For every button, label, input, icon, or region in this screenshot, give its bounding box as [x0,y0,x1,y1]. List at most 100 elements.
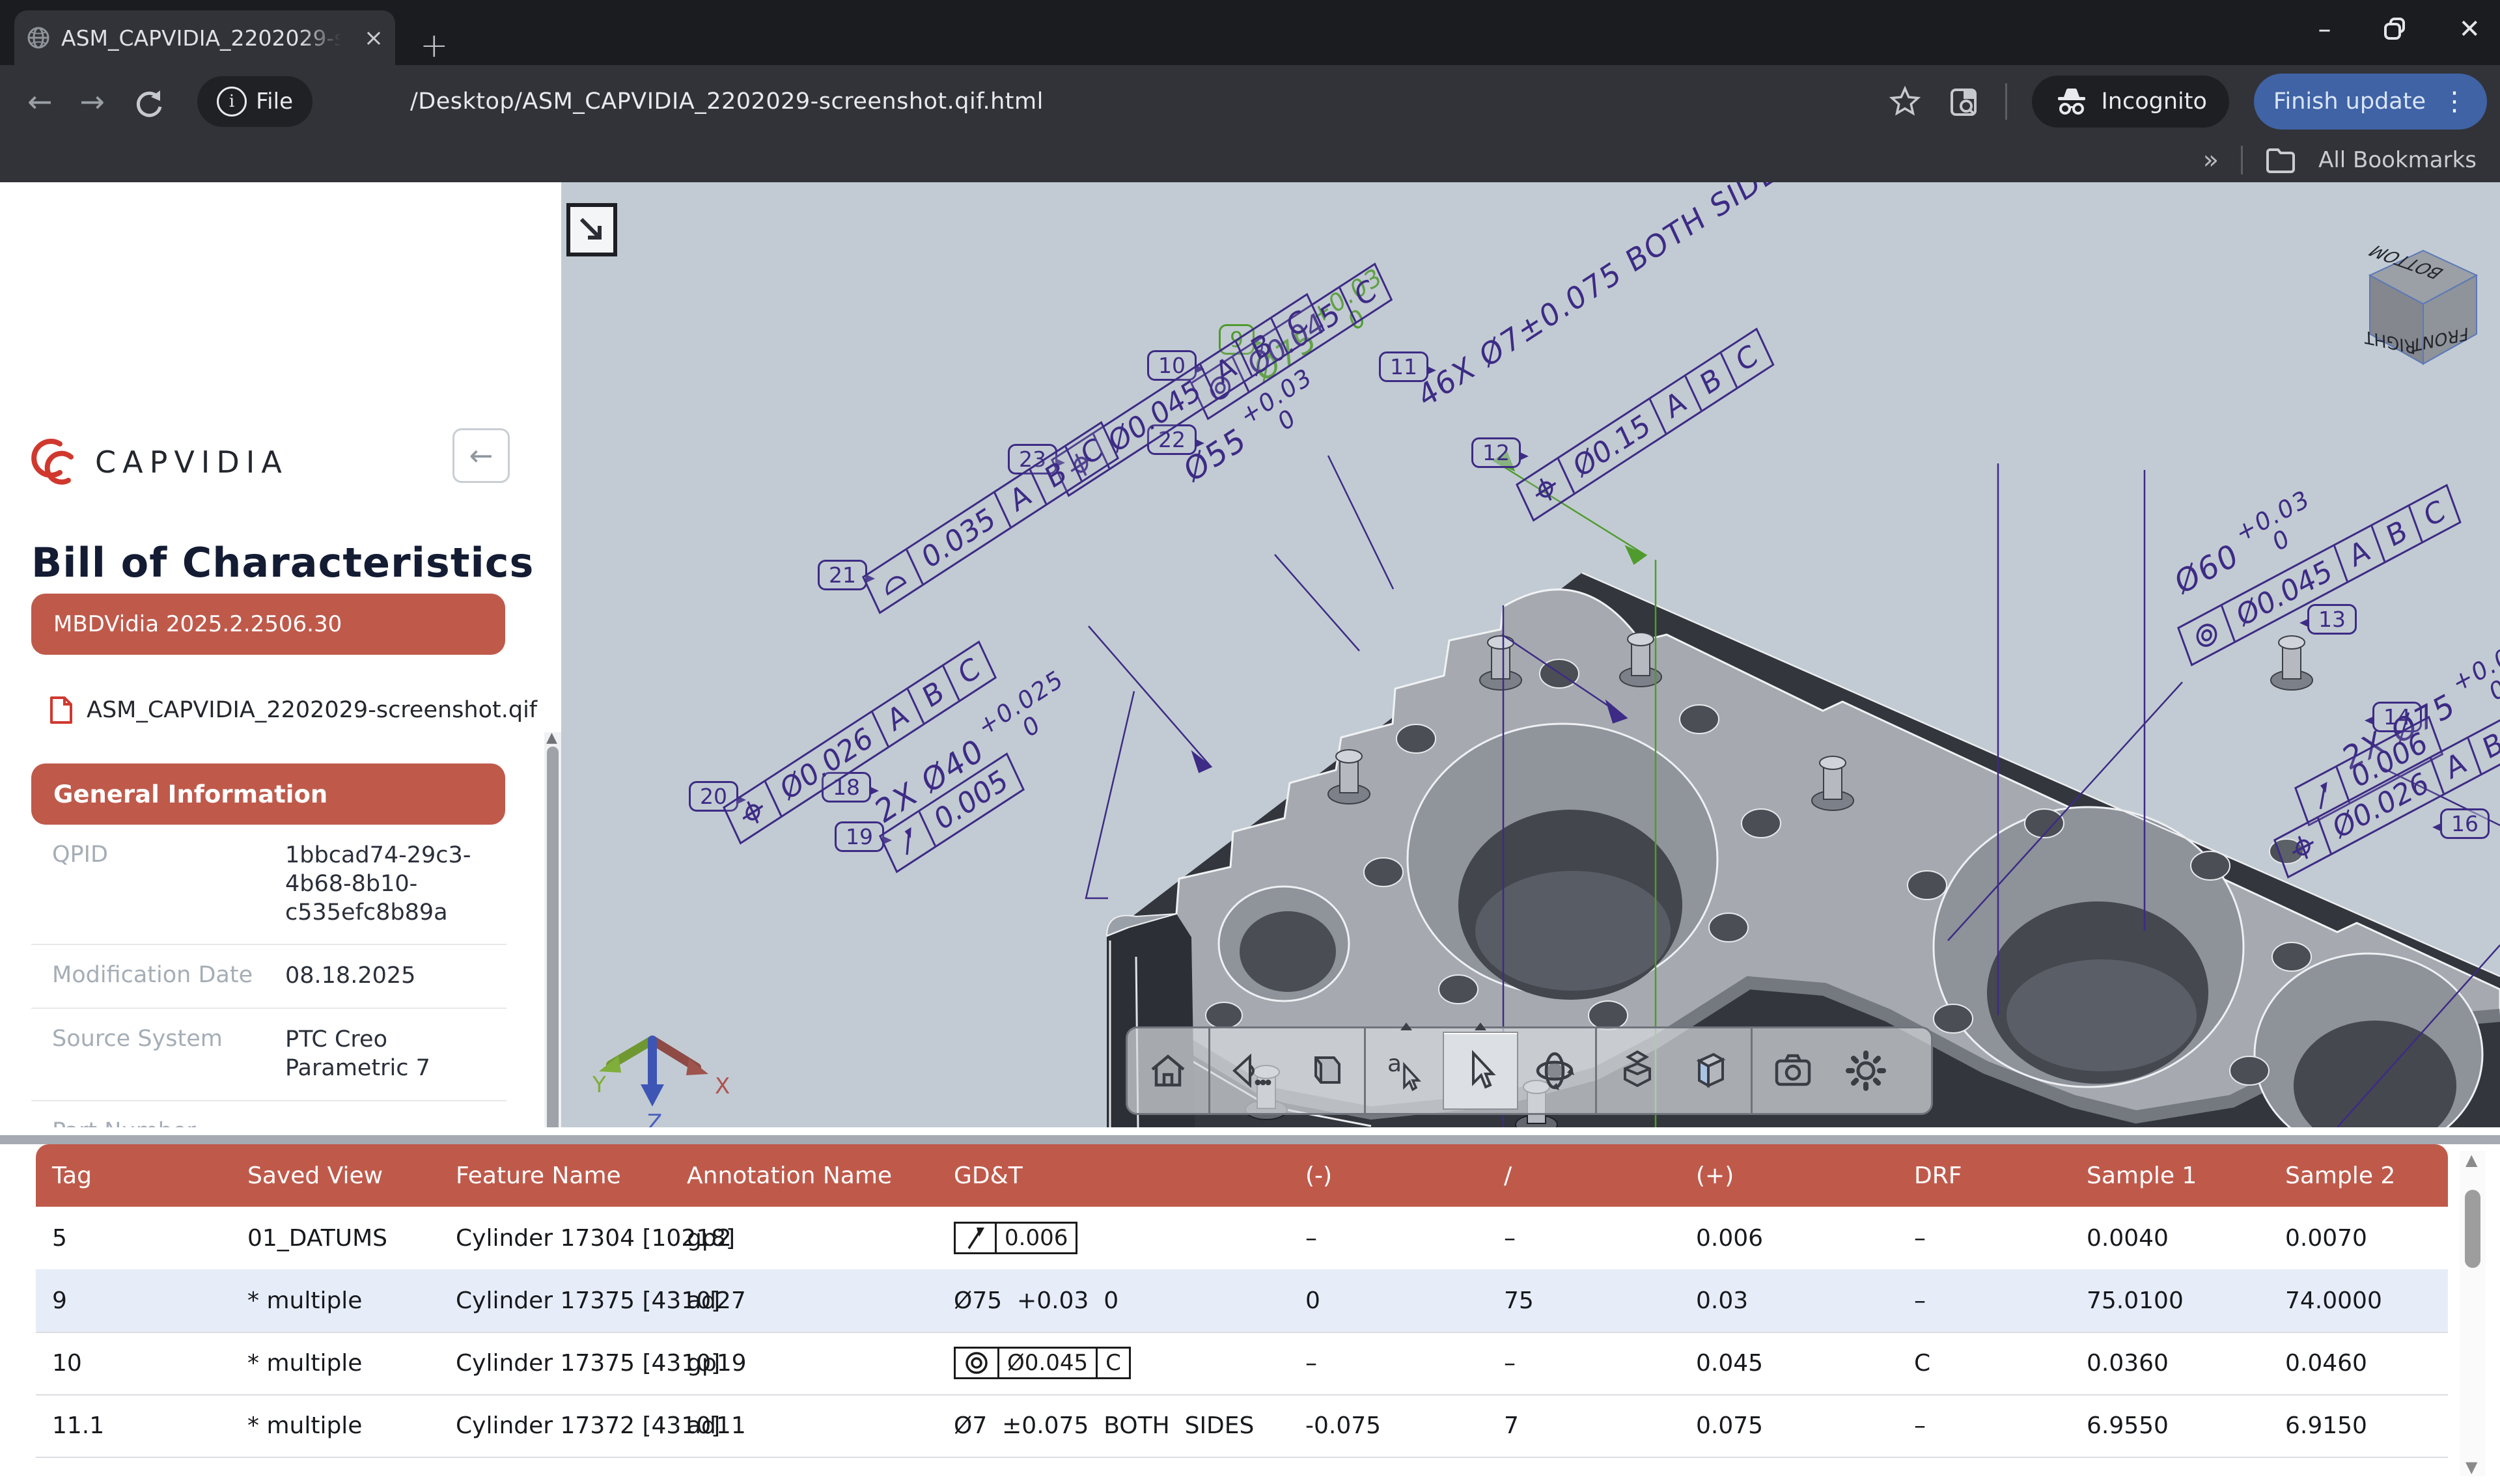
table-scrollbar-thumb[interactable] [2465,1190,2480,1268]
forward-icon[interactable]: → [80,84,105,119]
cell-tag: 9 [52,1269,67,1332]
all-bookmarks-label[interactable]: All Bookmarks [2318,147,2477,173]
capvidia-logo: CAPVIDIA [30,435,288,489]
general-information-header[interactable]: General Information [31,763,505,825]
cell-plus: 0.03 [1696,1269,1748,1332]
cell-saved_view: * multiple [247,1332,362,1394]
cell-annotation: ad11 [687,1394,746,1457]
cell-minus: – [1305,1207,1317,1269]
cell-slash: – [1504,1332,1516,1394]
cell-saved_view: * multiple [247,1269,362,1332]
cell-sample1: 0.0360 [2087,1332,2169,1394]
column-header-feature-name[interactable]: Feature Name [456,1144,621,1207]
reading-mode-icon[interactable] [1947,85,1980,118]
tab-close-icon[interactable]: × [364,25,383,51]
table-row-9[interactable]: 9 * multiple Cylinder 17375 [4310]ad27 Ø75 … [36,1269,2448,1333]
cell-feature: Cylinder 17375 [4310] [456,1269,720,1332]
info-icon[interactable]: i [217,87,247,117]
column-header-gd-t[interactable]: GD&T [954,1144,1023,1207]
version-badge: MBDVidia 2025.2.2506.30 [31,594,505,655]
toolbar-divider [2005,83,2007,120]
cell-sample1: 75.0100 [2087,1269,2184,1332]
annotation-balloon-21[interactable]: 21 [818,560,867,590]
cell-minus: -0.075 [1305,1394,1381,1457]
scroll-up-icon[interactable]: ▲ [2465,1151,2477,1169]
annotation-balloon-19[interactable]: 19 [835,821,884,852]
cell-saved_view: * multiple [247,1394,362,1457]
info-label: Modification Date [31,945,285,1008]
annotation-balloon-13[interactable]: 13 [2307,604,2357,635]
cell-annotation: gp19 [687,1332,747,1394]
cell-gdt: Ø75 +0.03 0 [954,1269,1118,1332]
bookmarks-right-cluster: » All Bookmarks [2203,138,2477,182]
scroll-up-icon[interactable]: ▲ [546,730,557,746]
sidebar: CAPVIDIA ← Bill of Characteristics MBDVi… [0,182,561,1127]
cell-sample2: 6.9150 [2285,1394,2367,1457]
window-restore-button[interactable] [2382,16,2408,42]
annotation-layer: 9Ø75+0.03010Ø0.045C1146X Ø7±0.075 BOTH S… [561,182,2500,1127]
column-header--[interactable]: (+) [1696,1144,1734,1207]
cell-tag: 11.1 [52,1394,104,1457]
info-value: 08.18.2025 [285,945,500,1008]
finish-update-button[interactable]: Finish update ⋮ [2254,74,2487,130]
info-row: Modification Date 08.18.2025 [31,945,507,1009]
document-icon [49,695,74,725]
tab-strip: ASM_CAPVIDIA_2202029-scree × + – ✕ [0,0,2500,65]
incognito-label: Incognito [2101,89,2206,115]
page-title: Bill of Characteristics [31,539,534,586]
cell-slash: 75 [1504,1269,1534,1332]
column-header-drf[interactable]: DRF [1914,1144,1962,1207]
globe-favicon [26,25,51,50]
window-minimize-button[interactable]: – [2318,14,2331,44]
table-row-10[interactable]: 10* multipleCylinder 17375 [4310]gp19Ø0.… [36,1332,2448,1395]
browser-tab[interactable]: ASM_CAPVIDIA_2202029-scree × [14,10,395,65]
column-header-sample-1[interactable]: Sample 1 [2087,1144,2197,1207]
cell-plus: 0.075 [1696,1394,1763,1457]
cell-tag: 5 [52,1207,67,1269]
column-header--[interactable]: (-) [1305,1144,1332,1207]
cell-sample1: 0.0040 [2087,1207,2169,1269]
browser-menu-icon[interactable]: ⋮ [2441,87,2467,117]
horizontal-scrollbar[interactable] [0,1135,2500,1144]
file-scheme-chip[interactable]: i File [197,76,312,127]
bookmark-star-icon[interactable] [1888,85,1922,118]
window-close-button[interactable]: ✕ [2458,14,2480,44]
incognito-icon [2054,84,2089,119]
cell-sample2: 0.0070 [2285,1207,2367,1269]
annotation-balloon-16[interactable]: 16 [2440,808,2490,839]
gdt-annotation-21[interactable]: 0.035ABC [862,421,1119,614]
tab-title: ASM_CAPVIDIA_2202029-scree [61,25,341,51]
column-header--[interactable]: / [1504,1144,1512,1207]
scroll-down-icon[interactable]: ▼ [2465,1458,2477,1476]
info-label: QPID [31,825,285,944]
info-row: QPID 1bbcad74-29c3-4b68-8b10-c535efc8b89… [31,825,507,945]
sidebar-back-button[interactable]: ← [452,428,510,483]
back-icon[interactable]: ← [27,84,53,119]
annotation-balloon-12[interactable]: 12 [1471,437,1521,468]
bookmarks-divider [2241,146,2243,174]
gdt-annotation-12[interactable]: Ø0.15ABC [1516,327,1774,521]
table-header-row: Tag Saved View Feature Name Annotation Name… [36,1144,2448,1207]
cell-drf: C [1914,1332,1930,1394]
table-row-5[interactable]: 501_DATUMSCylinder 17304 [10218]gp20.006… [36,1207,2448,1271]
cell-annotation: ad27 [687,1269,746,1332]
3d-viewer[interactable]: BOTTOM RIGHT FRONT Y X Z [561,182,2500,1127]
column-header-annotation-name[interactable]: Annotation Name [687,1144,892,1207]
incognito-badge: Incognito [2032,76,2229,128]
new-tab-button[interactable]: + [420,26,449,65]
column-header-tag[interactable]: Tag [52,1144,92,1207]
column-header-sample-2[interactable]: Sample 2 [2285,1144,2395,1207]
qif-file-item[interactable]: ASM_CAPVIDIA_2202029-screenshot.qif [49,695,537,725]
reload-icon[interactable] [132,85,165,118]
table-row-11.1[interactable]: 11.1* multipleCylinder 17372 [4310]ad11Ø… [36,1394,2448,1458]
address-bar-url[interactable]: /Desktop/ASM_CAPVIDIA_2202029-screenshot… [410,89,1044,115]
cell-feature: Cylinder 17372 [4310] [456,1394,720,1457]
capvidia-wordmark: CAPVIDIA [95,445,288,480]
toolbar-right-cluster: Incognito Finish update ⋮ [1888,65,2487,138]
cell-plus: 0.006 [1696,1207,1763,1269]
column-header-saved-view[interactable]: Saved View [247,1144,383,1207]
bookmarks-overflow-icon[interactable]: » [2203,145,2219,175]
capvidia-logo-icon [30,435,81,489]
table-scrollbar[interactable]: ▲ ▼ [2460,1151,2486,1476]
cell-sample2: 74.0000 [2285,1269,2382,1332]
